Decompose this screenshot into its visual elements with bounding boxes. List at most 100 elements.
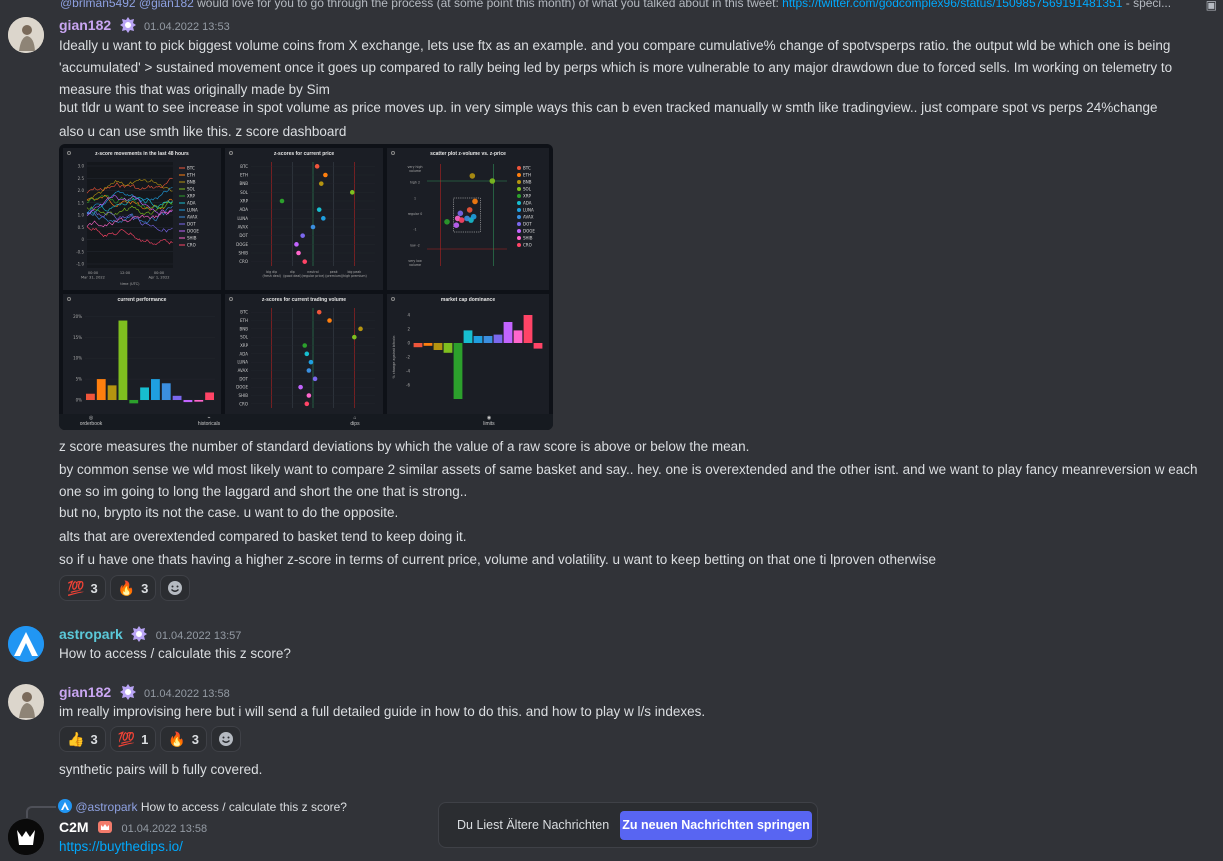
image-icon: ▣ bbox=[1205, 0, 1217, 12]
tab-dips[interactable]: ⌂ dips bbox=[335, 415, 375, 427]
reaction-bar: 👍 3 💯 1 🔥 3 bbox=[59, 726, 242, 752]
reaction-fire[interactable]: 🔥 3 bbox=[160, 726, 208, 752]
add-reaction-button[interactable] bbox=[211, 726, 242, 752]
reaction-fire[interactable]: 🔥 3 bbox=[109, 575, 157, 601]
coin-label: XRP bbox=[240, 343, 249, 348]
nitro-badge-icon bbox=[119, 17, 136, 33]
data-point bbox=[464, 215, 470, 222]
reaction-count: 1 bbox=[141, 731, 149, 747]
avatar[interactable] bbox=[8, 684, 44, 720]
data-point bbox=[472, 198, 478, 205]
y-tick-label: 0 bbox=[81, 237, 84, 242]
x-tick-label: 00:00 bbox=[88, 271, 99, 275]
reply-mention[interactable]: @astropark bbox=[75, 800, 137, 814]
message-link[interactable]: https://buythedips.io/ bbox=[59, 836, 183, 858]
bar bbox=[443, 343, 453, 353]
legend-swatch bbox=[517, 222, 521, 226]
x-tick-label: (regular price) bbox=[302, 274, 325, 278]
data-point bbox=[296, 250, 301, 256]
bar bbox=[433, 343, 443, 350]
reaction-thumbs-up[interactable]: 👍 3 bbox=[59, 726, 106, 752]
crown-badge-icon bbox=[97, 819, 113, 835]
data-point bbox=[294, 242, 299, 247]
data-point bbox=[444, 219, 450, 225]
data-point bbox=[321, 216, 326, 221]
avatar[interactable] bbox=[8, 17, 44, 53]
data-point bbox=[466, 207, 473, 213]
fire-emoji-icon: 🔥 bbox=[117, 580, 136, 596]
data-point bbox=[316, 309, 322, 315]
y-tick-label: 2.5 bbox=[78, 176, 85, 181]
coin-label: SHIB bbox=[239, 251, 249, 256]
timestamp: 01.04.2022 13:58 bbox=[144, 688, 230, 700]
legend-label: DOT bbox=[187, 222, 196, 227]
scatter-chart: very highvolumehigh 21regular 0-1low -2v… bbox=[407, 164, 535, 267]
data-point bbox=[308, 359, 314, 365]
tab-label: orderbook bbox=[79, 421, 103, 427]
tab-limits[interactable]: ◉ limits bbox=[469, 415, 509, 427]
y-tick-label: 1 bbox=[414, 196, 416, 200]
jump-to-new-messages-button[interactable]: Zu neuen Nachrichten springen bbox=[620, 811, 812, 840]
y-tick-label: 3.0 bbox=[78, 164, 85, 169]
data-point bbox=[312, 376, 318, 382]
username[interactable]: gian182 bbox=[59, 17, 111, 33]
message-text: so if u have one thats having a higher z… bbox=[59, 552, 936, 567]
username[interactable]: astropark bbox=[59, 626, 123, 642]
data-point bbox=[304, 351, 310, 357]
username[interactable]: C2M bbox=[59, 819, 89, 835]
bar bbox=[423, 343, 433, 346]
legend-swatch bbox=[517, 236, 521, 240]
tab-orderbook[interactable]: ◎ orderbook bbox=[71, 415, 111, 427]
coin-label: SHIB bbox=[239, 393, 249, 398]
data-point bbox=[457, 210, 464, 217]
bar bbox=[523, 315, 533, 343]
reply-preview[interactable]: @astropark How to access / calculate thi… bbox=[58, 799, 347, 814]
thumbs-up-emoji-icon: 👍 bbox=[67, 731, 85, 747]
reaction-100[interactable]: 💯 3 bbox=[59, 575, 106, 601]
avatar[interactable] bbox=[8, 626, 44, 662]
legend-swatch bbox=[517, 187, 521, 191]
x-tick-label: 12:00 bbox=[120, 271, 131, 275]
y-tick-label: 1.5 bbox=[78, 200, 85, 205]
tab-historicals[interactable]: ⌁ historicals bbox=[189, 415, 229, 427]
panel-dominance: market cap dominance 4 2 0 -2 -4 -6% change a… bbox=[387, 294, 549, 414]
legend-label: DOGE bbox=[523, 229, 535, 234]
panel-price-zscore: z-scores for current price BTC ETH BNB SOL X… bbox=[225, 148, 383, 290]
zscore-dashboard-image[interactable]: z-score movements in the last 48 hours 3… bbox=[59, 144, 553, 430]
legend-label: BNB bbox=[523, 180, 532, 185]
reply-link[interactable]: https://twitter.com/godcomplex96/status/… bbox=[782, 0, 1122, 10]
coin-label: AVAX bbox=[238, 225, 249, 230]
message-text: Ideally u want to pick biggest volume co… bbox=[59, 38, 1173, 97]
reply-author[interactable]: @brlman5492 bbox=[60, 0, 136, 10]
data-point bbox=[470, 213, 477, 220]
data-point bbox=[453, 222, 460, 228]
panel-scatter: scatter plot z-volume vs. z-price very h… bbox=[387, 148, 549, 290]
y-tick-label: 0.5 bbox=[78, 225, 85, 230]
legend-swatch bbox=[517, 166, 521, 170]
message-text: alts that are overextended compared to b… bbox=[59, 529, 467, 544]
x-tick-label: (high premium) bbox=[342, 274, 367, 278]
reaction-100[interactable]: 💯 1 bbox=[109, 726, 157, 752]
hundred-emoji-icon: 💯 bbox=[117, 731, 136, 747]
message-text: z score measures the number of standard … bbox=[59, 439, 750, 454]
reply-suffix: - speci... bbox=[1125, 0, 1172, 10]
astropark-avatar-icon bbox=[58, 799, 72, 813]
bar bbox=[140, 387, 149, 400]
username[interactable]: gian182 bbox=[59, 684, 111, 700]
reply-mention[interactable]: @gian182 bbox=[139, 0, 194, 10]
reaction-count: 3 bbox=[191, 731, 200, 747]
coin-label: BNB bbox=[240, 181, 249, 186]
legend-label: LUNA bbox=[523, 208, 534, 213]
x-tick-label: 00:00 bbox=[154, 271, 165, 275]
panel-zscore-movements: z-score movements in the last 48 hours 3… bbox=[63, 148, 221, 290]
coin-label: DOT bbox=[239, 376, 248, 381]
bar bbox=[533, 343, 543, 349]
data-point bbox=[358, 326, 363, 332]
add-reaction-button[interactable] bbox=[160, 575, 191, 601]
coin-label: SOL bbox=[240, 335, 249, 340]
avatar[interactable] bbox=[8, 819, 44, 855]
panel-volume-zscore: z-scores for current trading volume BTC E… bbox=[225, 294, 383, 414]
message-text: but tldr u want to see increase in spot … bbox=[59, 100, 1158, 115]
message-text: by common sense we wld most likely want … bbox=[59, 462, 1198, 499]
reply-preview[interactable]: @brlman5492 @gian182 would love for you … bbox=[60, 0, 1210, 10]
